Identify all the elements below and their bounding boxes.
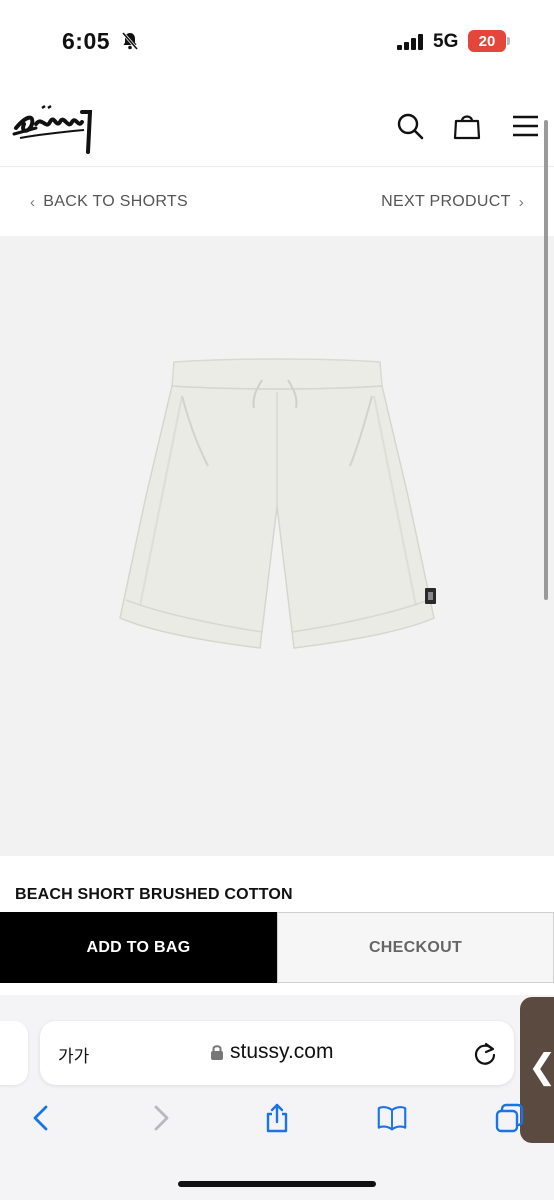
bookmarks-icon[interactable]	[377, 1103, 407, 1133]
share-icon[interactable]	[262, 1103, 292, 1133]
action-buttons: ADD TO BAG CHECKOUT	[0, 912, 554, 983]
product-image[interactable]	[112, 356, 442, 656]
status-bar: 6:05 5G 20	[0, 0, 554, 80]
next-product-link[interactable]: NEXT PRODUCT ›	[381, 193, 524, 211]
url-display[interactable]: stussy.com	[210, 1040, 333, 1064]
battery-indicator: 20	[468, 30, 510, 52]
url-text: stussy.com	[230, 1040, 334, 1063]
bell-muted-icon	[121, 32, 139, 50]
chevron-left-icon: ‹	[30, 193, 36, 211]
network-type: 5G	[433, 31, 459, 52]
add-to-bag-button[interactable]: ADD TO BAG	[0, 912, 277, 983]
browser-toolbar: 가가 stussy.com ❮	[0, 995, 554, 1200]
shopping-bag-icon[interactable]	[453, 112, 481, 140]
chevron-left-icon: ❮	[528, 1048, 554, 1086]
forward-icon[interactable]	[146, 1103, 176, 1133]
address-bar[interactable]: 가가 stussy.com	[40, 1021, 514, 1085]
menu-icon[interactable]	[511, 112, 539, 140]
checkout-button[interactable]: CHECKOUT	[277, 912, 554, 983]
product-title: BEACH SHORT BRUSHED COTTON	[15, 886, 293, 903]
back-icon[interactable]	[26, 1103, 56, 1133]
back-to-shorts-link[interactable]: ‹ BACK TO SHORTS	[30, 193, 188, 211]
battery-cap	[507, 37, 510, 45]
lock-icon	[211, 1045, 223, 1060]
back-label: BACK TO SHORTS	[43, 193, 188, 210]
chevron-right-icon: ›	[518, 193, 524, 211]
page-settings-button[interactable]: 가가	[58, 1042, 89, 1067]
product-image-area[interactable]	[0, 236, 554, 856]
signal-icon	[397, 34, 423, 50]
tabs-icon[interactable]	[495, 1103, 525, 1133]
next-label: NEXT PRODUCT	[381, 193, 511, 210]
reload-icon[interactable]	[472, 1041, 498, 1067]
site-header	[0, 80, 554, 167]
stussy-logo[interactable]	[12, 94, 98, 156]
battery-level: 20	[468, 30, 506, 52]
search-icon[interactable]	[396, 112, 424, 140]
status-time: 6:05	[62, 28, 111, 54]
previous-tab-preview[interactable]	[0, 1021, 28, 1085]
home-indicator	[178, 1181, 376, 1187]
page-scrollbar[interactable]	[544, 120, 548, 600]
next-tab-preview[interactable]: ❮	[520, 997, 554, 1143]
product-nav: ‹ BACK TO SHORTS NEXT PRODUCT ›	[0, 168, 554, 236]
